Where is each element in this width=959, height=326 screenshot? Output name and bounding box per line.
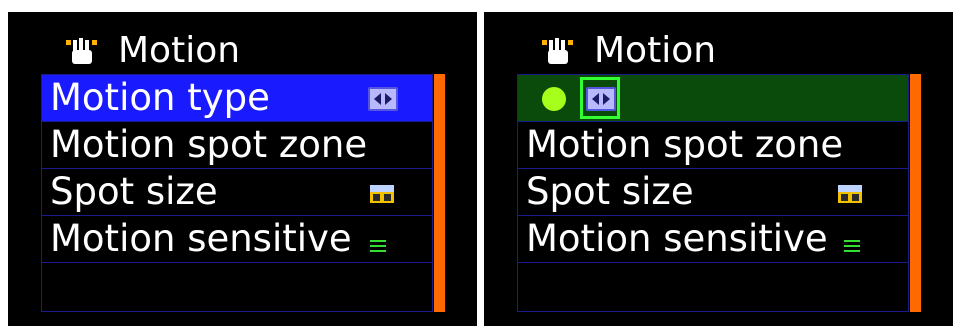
menu-item-label: Motion sensitive <box>526 217 828 260</box>
menu-item-motion-spot-zone[interactable]: Motion spot zone <box>518 122 908 169</box>
menu-item-label: Motion spot zone <box>526 123 844 166</box>
menu-item-spot-size[interactable]: Spot size <box>42 169 432 216</box>
spot-size-icon <box>838 185 862 203</box>
menu-list: Motion spot zone Spot size Motion sensit… <box>517 74 909 312</box>
spot-size-icon <box>370 185 394 203</box>
hand-pointer-icon <box>540 36 576 68</box>
hand-pointer-icon <box>64 36 100 68</box>
menu-list: Motion type Motion spot zone Spot size M… <box>41 74 433 312</box>
left-right-arrows-icon <box>368 87 398 111</box>
menu-title: Motion <box>594 30 717 71</box>
menu-item-label: Spot size <box>50 170 218 213</box>
menu-item-spot-size[interactable]: Spot size <box>518 169 908 216</box>
selection-frame <box>580 77 620 119</box>
menu-screen-right: Motion Motion spot zone Spot size Motion… <box>484 12 953 326</box>
menu-title: Motion <box>118 30 241 71</box>
menu-screen-left: Motion Motion type Motion spot zone Spot… <box>8 12 477 326</box>
menu-item-motion-spot-zone[interactable]: Motion spot zone <box>42 122 432 169</box>
sensitivity-bars-icon <box>370 238 386 252</box>
menu-item-label: Motion spot zone <box>50 123 368 166</box>
left-right-arrows-icon[interactable] <box>586 87 616 111</box>
menu-item-empty <box>518 263 908 310</box>
menu-item-empty <box>42 263 432 310</box>
scrollbar[interactable] <box>910 74 921 312</box>
menu-item-motion-type[interactable]: Motion type <box>42 75 432 122</box>
menu-header: Motion <box>8 26 477 76</box>
menu-item-label: Spot size <box>526 170 694 213</box>
menu-item-motion-sensitive[interactable]: Motion sensitive <box>42 216 432 263</box>
scrollbar[interactable] <box>434 74 445 312</box>
menu-item-label: Motion sensitive <box>50 217 352 260</box>
menu-item-motion-sensitive[interactable]: Motion sensitive <box>518 216 908 263</box>
green-dot-icon <box>542 87 566 111</box>
sensitivity-bars-icon <box>844 238 860 252</box>
menu-item-motion-type-editing[interactable] <box>518 75 908 122</box>
menu-header: Motion <box>484 26 953 76</box>
menu-item-label: Motion type <box>50 76 270 119</box>
